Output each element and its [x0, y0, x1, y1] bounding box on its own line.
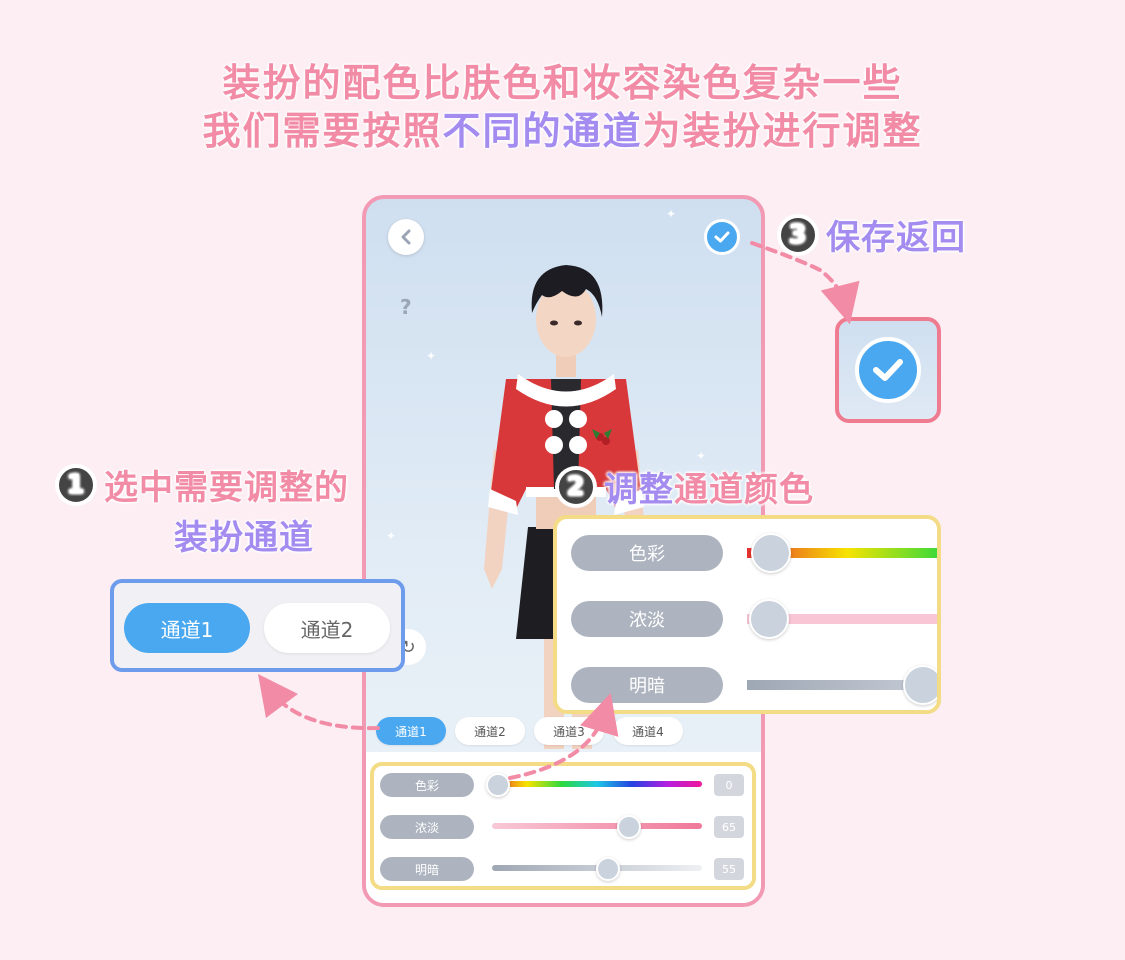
- step1-line1: 选中需要调整的: [104, 468, 349, 508]
- chevron-left-icon: [401, 229, 411, 245]
- headline-line2-part1: 我们需要按照: [202, 109, 443, 153]
- zoom-saturation-knob[interactable]: [749, 599, 789, 639]
- step3-badge: 3: [778, 214, 818, 255]
- sparkle-icon: ✦: [696, 449, 707, 463]
- saturation-slider-track[interactable]: [492, 823, 702, 829]
- hue-slider-row: 色彩 0: [380, 771, 750, 797]
- zoom-brightness-row: 明暗: [557, 663, 937, 707]
- brightness-slider-knob[interactable]: [595, 857, 620, 881]
- step1-callout: 1 选中需要调整的: [56, 460, 349, 509]
- sparkle-icon: ✦: [386, 529, 397, 543]
- brightness-label: 明暗: [380, 857, 474, 881]
- zoom-brightness-knob[interactable]: [903, 665, 937, 705]
- channel-tab-2[interactable]: 通道2: [455, 717, 525, 745]
- step2-part2: 通道颜色: [674, 470, 814, 510]
- brightness-value: 55: [714, 858, 744, 880]
- channel-zoom-box: 通道1 通道2: [110, 579, 405, 672]
- hue-slider-track[interactable]: [492, 781, 702, 787]
- zoom-brightness-label: 明暗: [571, 667, 723, 703]
- step2-badge: 2: [556, 466, 596, 507]
- channel-tab-3[interactable]: 通道3: [534, 717, 604, 745]
- step1-badge: 1: [56, 464, 96, 505]
- hue-label: 色彩: [380, 773, 474, 797]
- channel-zoom-option-2[interactable]: 通道2: [264, 603, 390, 653]
- check-icon: [714, 231, 730, 243]
- channel-zoom-option-1[interactable]: 通道1: [124, 603, 250, 653]
- brightness-slider-row: 明暗 55: [380, 855, 750, 881]
- step2-part1: 调整: [604, 470, 674, 510]
- zoom-hue-knob[interactable]: [751, 533, 791, 573]
- saturation-label: 浓淡: [380, 815, 474, 839]
- confirm-zoom-button[interactable]: [855, 337, 921, 403]
- saturation-slider-knob[interactable]: [616, 815, 641, 839]
- zoom-hue-row: 色彩: [557, 531, 937, 575]
- step1-line2: 装扮通道: [174, 518, 314, 558]
- step3-callout: 3 保存返回: [778, 210, 966, 259]
- channel-tab-1[interactable]: 通道1: [376, 717, 446, 745]
- step1-callout-line2: 装扮通道: [174, 510, 314, 559]
- sparkle-icon: ✦: [426, 349, 437, 363]
- confirm-zoom-box: [835, 317, 941, 423]
- zoom-saturation-label: 浓淡: [571, 601, 723, 637]
- check-icon: [873, 359, 903, 381]
- slider-highlight-box: 色彩 0 浓淡 65 明暗 55: [370, 762, 756, 890]
- step3-text: 保存返回: [826, 218, 966, 258]
- confirm-button[interactable]: [704, 219, 740, 255]
- back-button[interactable]: [388, 219, 424, 255]
- headline-line2-part2: 不同的通道: [442, 109, 643, 153]
- help-icon[interactable]: ?: [400, 295, 412, 319]
- slider-zoom-box: 色彩 浓淡 明暗: [553, 515, 941, 714]
- step2-callout: 2 调整 通道颜色: [556, 462, 814, 511]
- headline-line2-part3: 为装扮进行调整: [642, 109, 923, 153]
- headline-line1: 装扮的配色比肤色和妆容染色复杂一些: [222, 61, 903, 105]
- channel-tab-bar: 通道1 通道2 通道3 通道4: [376, 717, 683, 745]
- channel-tab-4[interactable]: 通道4: [613, 717, 683, 745]
- zoom-saturation-row: 浓淡: [557, 597, 937, 641]
- hue-value: 0: [714, 774, 744, 796]
- hue-slider-knob[interactable]: [486, 773, 511, 797]
- saturation-value: 65: [714, 816, 744, 838]
- sparkle-icon: ✦: [666, 207, 677, 221]
- zoom-hue-label: 色彩: [571, 535, 723, 571]
- saturation-slider-row: 浓淡 65: [380, 813, 750, 839]
- headline-line2: 我们需要按照不同的通道为装扮进行调整: [0, 100, 1125, 155]
